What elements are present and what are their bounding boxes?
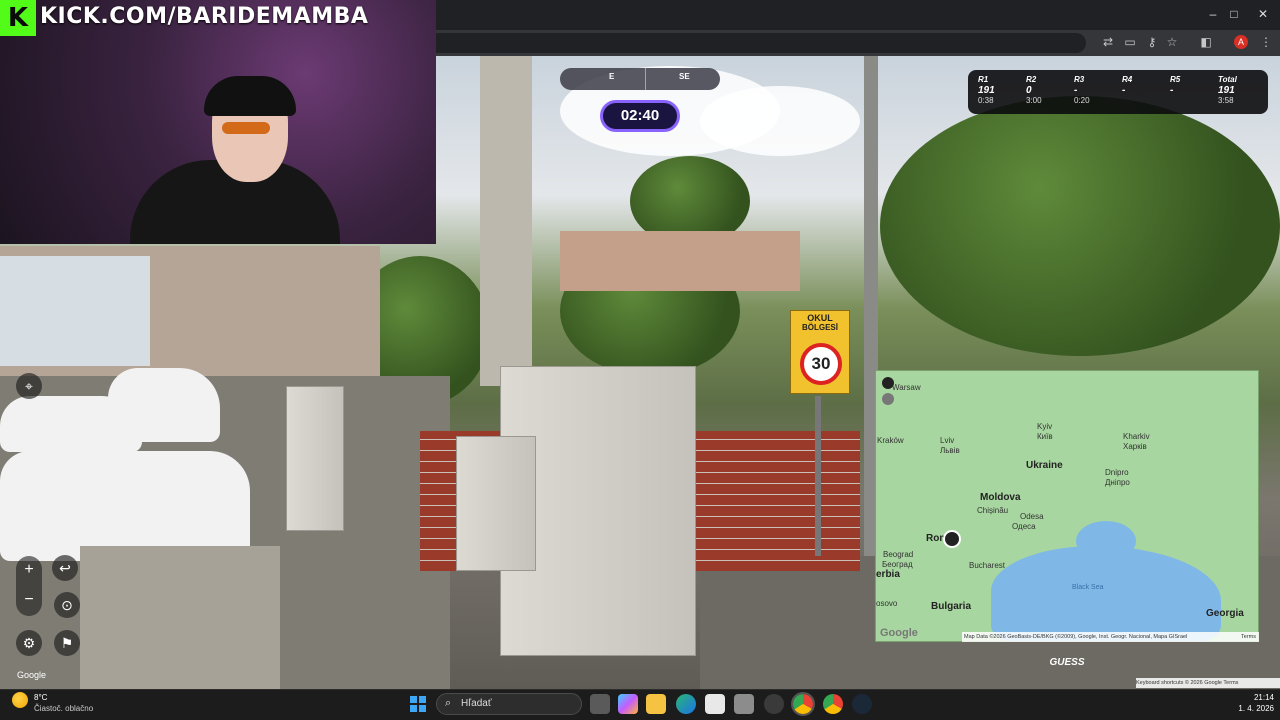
map-label-kyiv: Kyiv [1037,422,1053,431]
map-pin-black[interactable] [882,377,894,389]
profile-avatar[interactable]: A [1234,35,1248,49]
map-google-logo: Google [880,627,918,639]
map-pin-gray[interactable] [882,393,894,405]
map-label-kharkiv-local: Харків [1123,442,1147,451]
total-score: Total 191 3:58 [1218,75,1237,105]
map-label-black-sea: Black Sea [1072,584,1104,591]
map-label-belgrade: Beograd [883,550,914,559]
extensions-icon[interactable]: ◧ [1198,34,1214,50]
windows-taskbar [0,689,1280,720]
zoom-controls: + − [16,556,42,616]
round-1-score: R1 191 0:38 [978,75,995,105]
kick-channel-url: KICK.COM/BARIDEMAMBA [40,4,369,29]
map-label-dnipro-local: Дніпро [1105,478,1130,487]
compass-bar: E SE [560,68,720,90]
chrome-icon[interactable] [791,692,815,716]
maximize-button[interactable]: □ [1225,6,1243,22]
undo-button[interactable]: ↩ [52,555,78,581]
scoreboard: R1 191 0:38 R2 0 3:00 R3 - 0:20 R4 - R5 … [968,70,1268,114]
map-attribution-text: Map Data ©2026 GeoBasis-DE/BKG (©2009), … [964,634,1188,640]
copilot-icon[interactable] [618,694,638,714]
map-label-serbia: erbia [876,569,900,580]
kick-logo: K [0,0,36,36]
zoom-in-button[interactable]: + [16,556,42,586]
steam-icon[interactable] [852,694,872,714]
return-to-start-button[interactable]: ⊙ [54,592,80,618]
map-label-chisinau: Chișinău [977,506,1009,515]
map-label-moldova: Moldova [980,492,1021,503]
map-label-kyiv-local: Київ [1037,432,1053,441]
map-label-bucharest: Bucharest [969,561,1006,570]
azov-sea-shape [1076,521,1136,561]
map-label-lviv-local: Львів [940,446,960,455]
chrome-profile-icon[interactable] [823,694,843,714]
zoom-out-button[interactable]: − [16,586,42,616]
map-label-ukraine: Ukraine [1026,460,1063,471]
sign-line2: BÖLGESİ [801,323,838,332]
map-attribution: Map Data ©2026 GeoBasis-DE/BKG (©2009), … [962,632,1259,642]
minimize-button[interactable]: – [1204,6,1222,22]
close-window-button[interactable]: ✕ [1254,6,1272,22]
map-label-bulgaria: Bulgaria [931,601,972,612]
app-icon-bot[interactable] [764,694,784,714]
streamer-cap [204,76,296,116]
map-label-kharkiv: Kharkiv [1123,432,1150,441]
start-button[interactable] [410,696,426,712]
key-icon[interactable]: ⚷ [1144,34,1160,50]
map-label-belgrade-local: Београд [882,560,913,569]
search-placeholder: Hľadať [461,698,492,709]
edge-icon[interactable] [676,694,696,714]
map-label-krakow: Kraków [877,436,904,445]
location-pin-icon: ⌖ [25,378,33,394]
guess-button[interactable]: GUESS [1020,652,1114,674]
star-icon[interactable]: ☆ [1164,34,1180,50]
settings-button[interactable]: ⚙ [16,630,42,656]
sign-line1: OKUL [807,313,833,323]
gear-icon: ⚙ [22,635,36,651]
task-view-icon[interactable] [590,694,610,714]
round-2-score: R2 0 3:00 [1026,75,1042,105]
weather-temperature[interactable]: 8°C [34,693,47,702]
speed-limit-sign: 30 [800,343,842,385]
clock-time[interactable]: 21:14 [1244,693,1274,702]
round-4-score: R4 - [1122,75,1133,96]
weather-icon[interactable] [12,692,28,708]
map-label-georgia: Georgia [1206,608,1244,619]
flag-button[interactable]: ⚑ [54,630,80,656]
streetview-google-logo: Google [17,670,47,680]
map-label-kosovo: osovo [876,599,898,608]
weather-description[interactable]: Čiastoč. oblačno [34,704,93,713]
checkpoint-pin-icon: ⊙ [61,597,73,613]
menu-kebab-icon[interactable]: ⋮ [1258,34,1274,50]
map-label-odesa-local: Одеса [1012,522,1036,531]
compass-southeast: SE [679,72,690,81]
location-pin-button[interactable]: ⌖ [16,373,42,399]
taskbar-search[interactable]: ⌕ Hľadať [436,693,582,715]
school-zone-sign: OKUL BÖLGESİ 30 [790,310,850,394]
translate-icon[interactable]: ⇄ [1100,34,1116,50]
search-icon: ⌕ [445,697,452,709]
round-5-score: R5 - [1170,75,1181,96]
round-3-score: R3 - 0:20 [1074,75,1090,105]
map-label-dnipro: Dnipro [1105,468,1129,477]
guess-marker[interactable] [943,530,961,548]
address-bar[interactable] [436,33,1086,53]
map-terms-link[interactable]: Terms [1241,632,1256,642]
cast-icon[interactable]: ▭ [1122,34,1138,50]
map-label-odesa: Odesa [1020,512,1044,521]
screen: – □ ✕ ⇄ ▭ ⚷ ☆ ◧ A ⋮ OKUL BÖLGESİ 30 K KI… [0,0,1280,720]
streamer-glasses [222,122,270,134]
map-label-lviv: Lviv [940,436,955,445]
store-icon[interactable] [705,694,725,714]
webcam-overlay: K KICK.COM/BARIDEMAMBA [0,0,436,244]
map-label-warsaw: Warsaw [892,383,921,392]
flag-icon: ⚑ [60,635,74,651]
compass-east: E [609,72,615,81]
round-timer: 02:40 [600,100,680,132]
file-explorer-icon[interactable] [646,694,666,714]
keyboard-shortcuts-bar[interactable]: Keyboard shortcuts © 2026 Google Terms [1136,678,1280,688]
guess-map[interactable]: Warsaw Kraków Lviv Львів Kyiv Київ Khark… [875,370,1259,642]
app-icon-box[interactable] [734,694,754,714]
clock-date[interactable]: 1. 4. 2026 [1224,704,1274,713]
